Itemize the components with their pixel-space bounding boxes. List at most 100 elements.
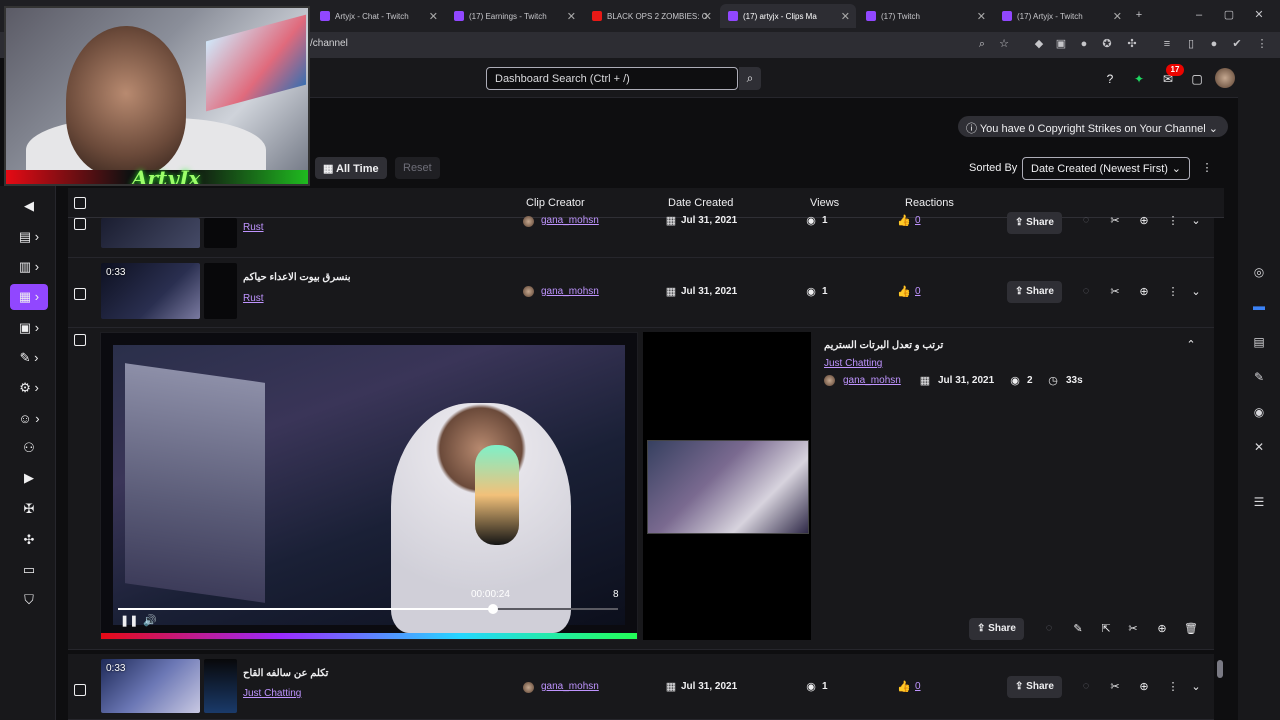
clip-title[interactable]: تكلم عن سالفه القاح <box>243 668 328 679</box>
close-tab-icon[interactable]: ✕ <box>703 10 712 23</box>
clip-thumbnail[interactable]: 0:33 <box>101 659 200 713</box>
clip-thumbnail[interactable] <box>101 218 200 248</box>
scissors-icon[interactable]: ✂ <box>1126 622 1140 635</box>
expanded-clip-category[interactable]: Just Chatting <box>824 358 882 369</box>
video-progress-handle[interactable] <box>488 604 498 614</box>
expanded-clip-title[interactable]: ترتب و تعدل البرتات الستريم <box>824 340 943 351</box>
maximize-icon[interactable]: ▢ <box>1222 8 1236 22</box>
add-circle-icon[interactable]: ⊕ <box>1137 214 1151 227</box>
clip-creator-link[interactable]: gana_mohsn <box>541 681 599 692</box>
tab-artyjx[interactable]: (17) Artyjx - Twitch ✕ <box>994 4 1128 28</box>
clip-title[interactable]: بنسرق بيوت الاعداء حياكم <box>243 272 351 283</box>
quick-action-icon[interactable]: ◎ <box>1251 264 1267 280</box>
more-vertical-icon[interactable]: ⋮ <box>1166 680 1180 693</box>
nav-guide-icon[interactable]: ▭ <box>10 557 48 583</box>
col-date-created[interactable]: Date Created <box>668 197 733 209</box>
select-all-checkbox[interactable] <box>74 197 86 209</box>
close-tab-icon[interactable]: ✕ <box>429 10 438 23</box>
nav-stream-manager-icon[interactable]: ▤ › <box>10 224 48 250</box>
row-checkbox[interactable] <box>74 684 86 696</box>
search-icon[interactable]: ⌕ <box>739 67 761 90</box>
nav-viewer-rewards-icon[interactable]: ☺ › <box>10 405 48 431</box>
sidebar-icon[interactable]: ▯ <box>1184 37 1198 51</box>
clip-reactions[interactable]: 0 <box>915 681 921 692</box>
chevron-down-icon[interactable]: ⌄ <box>1189 285 1203 298</box>
share-button[interactable]: ⇪ Share <box>969 618 1024 640</box>
adjust-icon[interactable]: ☰ <box>1251 494 1267 510</box>
edit-pencil-icon[interactable]: ✎ <box>1071 622 1085 635</box>
scrollbar[interactable] <box>1217 660 1223 678</box>
help-icon[interactable]: ? <box>1102 71 1118 87</box>
col-views[interactable]: Views <box>810 197 839 209</box>
clip-category[interactable]: Rust <box>243 222 264 233</box>
add-circle-icon[interactable]: ⊕ <box>1155 622 1169 635</box>
tab-chat[interactable]: Artyjx - Chat - Twitch ✕ <box>312 4 444 28</box>
zoom-icon[interactable]: ⌕ <box>975 37 989 51</box>
more-vertical-icon[interactable]: ⋮ <box>1166 214 1180 227</box>
extension-icon[interactable]: ✪ <box>1100 37 1114 51</box>
row-checkbox[interactable] <box>74 218 86 230</box>
clip-reactions[interactable]: 0 <box>915 215 921 226</box>
volume-icon[interactable]: 🔊 <box>143 614 157 627</box>
copyright-strikes-banner[interactable]: ⓘ You have 0 Copyright Strikes on Your C… <box>958 116 1229 137</box>
clip-thumbnail[interactable]: 0:33 <box>101 263 200 319</box>
close-window-icon[interactable]: ✕ <box>1252 8 1266 22</box>
nav-achievements-icon[interactable]: ✠ <box>10 496 48 522</box>
clip-creator-link[interactable]: gana_mohsn <box>541 286 599 297</box>
close-tab-icon[interactable]: ✕ <box>977 10 986 23</box>
clip-reactions[interactable]: 0 <box>915 286 921 297</box>
reset-button[interactable]: Reset <box>395 157 440 179</box>
dashboard-search-input[interactable]: Dashboard Search (Ctrl + /) <box>486 67 738 90</box>
close-tab-icon[interactable]: ✕ <box>841 10 850 23</box>
nav-content-icon[interactable]: ▦ › <box>10 284 48 310</box>
close-tab-icon[interactable]: ✕ <box>567 10 576 23</box>
chevron-up-icon[interactable]: ⌃ <box>1184 338 1198 351</box>
share-button[interactable]: ⇪ Share <box>1007 676 1062 698</box>
tab-twitch[interactable]: (17) Twitch ✕ <box>858 4 992 28</box>
nav-announcements-icon[interactable]: ◀ <box>10 193 48 219</box>
nav-extensions-icon[interactable]: ✣ <box>10 527 48 553</box>
user-avatar[interactable] <box>1215 68 1235 88</box>
nav-video-icon[interactable]: ▶ <box>10 465 48 491</box>
nav-creator-camp-icon[interactable]: ✎ › <box>10 345 48 371</box>
share-button[interactable]: ⇪ Share <box>1007 281 1062 303</box>
extension-icon[interactable]: ● <box>1077 37 1091 51</box>
col-clip-creator[interactable]: Clip Creator <box>526 197 585 209</box>
chat-icon[interactable]: ▬ <box>1251 298 1267 314</box>
whispers-icon[interactable]: ▢ <box>1189 71 1205 87</box>
add-circle-icon[interactable]: ⊕ <box>1137 680 1151 693</box>
clip-video-player[interactable] <box>100 332 638 640</box>
clip-creator-link[interactable]: gana_mohsn <box>541 215 599 226</box>
chevron-down-icon[interactable]: ⌄ <box>1189 214 1203 227</box>
col-reactions[interactable]: Reactions <box>905 197 954 209</box>
all-time-filter[interactable]: ▦ All Time <box>315 157 387 179</box>
extension-icon[interactable]: ▣ <box>1054 37 1068 51</box>
nav-settings-icon[interactable]: ⚙ › <box>10 375 48 401</box>
edit-icon[interactable]: ✎ <box>1251 369 1267 385</box>
bits-icon[interactable]: ✦ <box>1131 71 1147 87</box>
add-circle-icon[interactable]: ⊕ <box>1137 285 1151 298</box>
sort-select[interactable]: Date Created (Newest First) ⌄ <box>1022 157 1190 180</box>
scissors-icon[interactable]: ✂ <box>1108 214 1122 227</box>
share-button[interactable]: ⇪ Share <box>1007 212 1062 234</box>
activity-icon[interactable]: ▤ <box>1251 334 1267 350</box>
row-checkbox[interactable] <box>74 288 86 300</box>
nav-community-icon[interactable]: ⚇ <box>10 435 48 461</box>
nav-monetization-icon[interactable]: ▣ › <box>10 315 48 341</box>
tab-earnings[interactable]: (17) Earnings - Twitch ✕ <box>446 4 582 28</box>
clip-category[interactable]: Rust <box>243 293 264 304</box>
extension-icon[interactable]: ◆ <box>1032 37 1046 51</box>
tools-icon[interactable]: ✕ <box>1251 439 1267 455</box>
row-checkbox[interactable] <box>74 334 86 346</box>
tab-clips-manager[interactable]: (17) artyjx - Clips Ma ✕ <box>720 4 856 28</box>
extension-icon[interactable]: ✔ <box>1230 37 1244 51</box>
game-icon[interactable]: ◉ <box>1251 404 1267 420</box>
bookmark-star-icon[interactable]: ☆ <box>997 37 1011 51</box>
more-vertical-icon[interactable]: ⋮ <box>1166 285 1180 298</box>
nav-analytics-icon[interactable]: ▥ › <box>10 254 48 280</box>
minimize-icon[interactable]: – <box>1192 8 1206 22</box>
scissors-icon[interactable]: ✂ <box>1108 680 1122 693</box>
new-tab-icon[interactable]: + <box>1132 8 1146 22</box>
tab-youtube[interactable]: BLACK OPS 2 ZOMBIES: C ✕ <box>584 4 718 28</box>
chevron-down-icon[interactable]: ⌄ <box>1189 680 1203 693</box>
